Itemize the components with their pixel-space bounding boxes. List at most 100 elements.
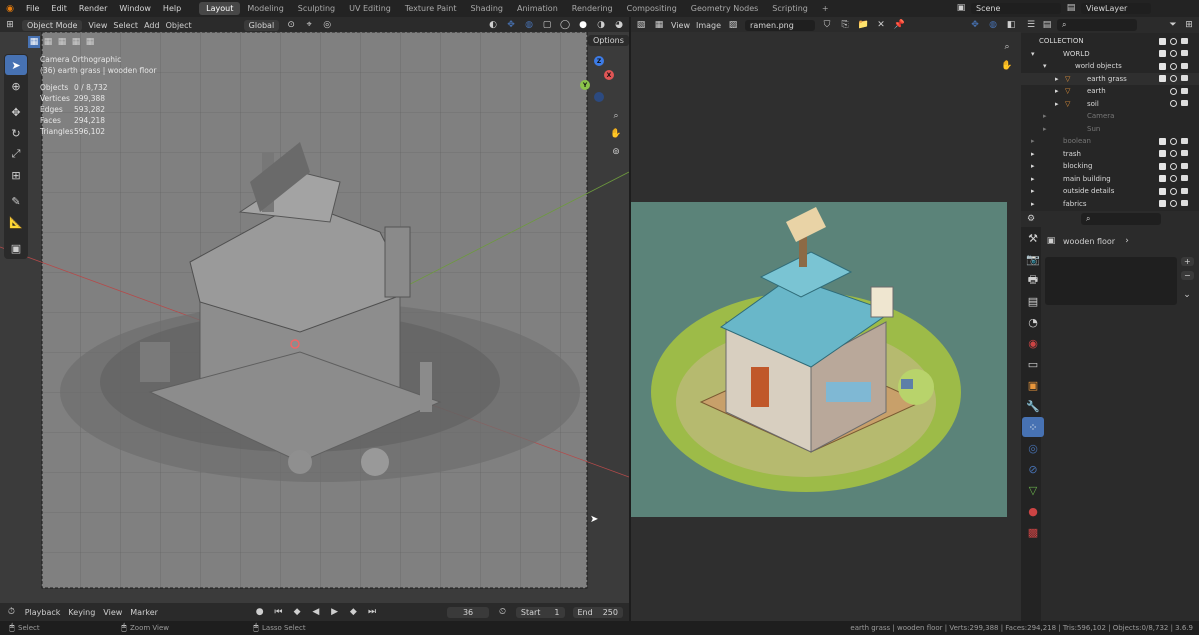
modifier-tab-icon[interactable]: 🔧	[1022, 396, 1044, 416]
render-camera-icon[interactable]	[1181, 162, 1188, 169]
visibility-icon[interactable]: ◐	[487, 19, 499, 31]
expand-arrow-icon[interactable]: ▸	[1055, 75, 1059, 83]
menu-file[interactable]: File	[20, 4, 45, 13]
outliner-row-soil[interactable]: ▸ ▽ soil	[1021, 98, 1199, 111]
checkbox-icon[interactable]	[1159, 37, 1166, 45]
gizmo-x-icon[interactable]: X	[604, 70, 614, 80]
checkbox-icon[interactable]	[1159, 200, 1166, 208]
tab-texture-paint[interactable]: Texture Paint	[398, 2, 464, 15]
render-camera-icon[interactable]	[1181, 37, 1188, 44]
play-reverse-icon[interactable]: ◀	[311, 606, 322, 618]
rotate-tool-icon[interactable]: ↻	[5, 123, 27, 143]
expand-arrow-icon[interactable]: ▸	[1031, 162, 1035, 170]
new-collection-icon[interactable]: ⊞	[1183, 19, 1195, 31]
properties-editor-icon[interactable]: ⚙	[1025, 213, 1037, 225]
menu-view[interactable]: View	[88, 21, 107, 30]
pin-icon[interactable]: 📌	[893, 19, 905, 31]
render-camera-icon[interactable]	[1181, 137, 1188, 144]
eye-icon[interactable]	[1170, 50, 1177, 58]
gizmo-z-icon[interactable]: Z	[594, 56, 604, 66]
fake-user-icon[interactable]: ⛉	[821, 19, 833, 31]
jump-start-icon[interactable]: ⏮	[273, 606, 284, 618]
current-frame-field[interactable]: 36	[446, 606, 490, 618]
remove-slot-button[interactable]: −	[1181, 271, 1194, 280]
image-pan-icon[interactable]: ✋	[1001, 60, 1013, 72]
material-shading-icon[interactable]: ◑	[595, 19, 607, 31]
tab-compositing[interactable]: Compositing	[620, 2, 684, 15]
eye-icon[interactable]	[1170, 175, 1177, 183]
expand-arrow-icon[interactable]: ▸	[1055, 87, 1059, 95]
checkbox-icon[interactable]	[1159, 162, 1166, 170]
navigation-gizmo[interactable]: Z Y X	[578, 54, 618, 104]
outliner-row-outside-details[interactable]: ▸ outside details	[1021, 185, 1199, 198]
particles-tab-icon[interactable]: ⁘	[1022, 417, 1044, 437]
eye-icon[interactable]	[1170, 100, 1177, 108]
checkbox-icon[interactable]	[1159, 175, 1166, 183]
select-extend-icon[interactable]: ▦	[42, 36, 54, 48]
checkbox-icon[interactable]	[1159, 187, 1166, 195]
pan-hand-icon[interactable]: ✋	[610, 128, 622, 140]
marker-menu[interactable]: Marker	[130, 608, 158, 617]
image-name-field[interactable]: ramen.png	[745, 19, 816, 31]
particle-system-list[interactable]	[1045, 257, 1177, 305]
scene-selector[interactable]: Scene	[971, 2, 1061, 14]
world-tab-icon[interactable]: ◉	[1022, 333, 1044, 353]
outliner-editor-icon[interactable]: ☰	[1025, 19, 1037, 31]
eye-icon[interactable]	[1170, 137, 1177, 145]
outliner-row-earth-grass[interactable]: ▸ ▽ earth grass	[1021, 72, 1199, 85]
gizmo-y-icon[interactable]: Y	[580, 80, 590, 90]
unlink-image-icon[interactable]: ✕	[875, 19, 887, 31]
checkbox-icon[interactable]	[1159, 62, 1166, 70]
checkbox-icon[interactable]	[1159, 50, 1166, 58]
render-camera-icon[interactable]	[1181, 200, 1188, 207]
expand-arrow-icon[interactable]: ▸	[1031, 137, 1035, 145]
tab-shading[interactable]: Shading	[463, 2, 510, 15]
proportional-icon[interactable]: ◎	[321, 19, 333, 31]
material-tab-icon[interactable]: ●	[1022, 501, 1044, 521]
expand-arrow-icon[interactable]: ▸	[1043, 112, 1047, 120]
menu-select[interactable]: Select	[113, 21, 138, 30]
solid-shading-icon[interactable]: ●	[577, 19, 589, 31]
jump-end-icon[interactable]: ⏭	[367, 606, 378, 618]
image-browse-icon[interactable]: ▨	[727, 19, 739, 31]
render-camera-icon[interactable]	[1181, 150, 1188, 157]
texture-tab-icon[interactable]: ▩	[1022, 522, 1044, 542]
eye-icon[interactable]	[1170, 187, 1177, 195]
outliner-row-world[interactable]: ▾ WORLD	[1021, 48, 1199, 61]
outliner-search-input[interactable]: ⌕	[1057, 19, 1137, 31]
end-frame-field[interactable]: End 250	[572, 606, 623, 618]
constraints-tab-icon[interactable]: ⊘	[1022, 459, 1044, 479]
new-image-icon[interactable]: ⎘	[839, 19, 851, 31]
eye-icon[interactable]	[1170, 62, 1177, 70]
expand-arrow-icon[interactable]: ▸	[1031, 175, 1035, 183]
render-camera-icon[interactable]	[1181, 175, 1188, 182]
checkbox-icon[interactable]	[1159, 137, 1166, 145]
expand-arrow-icon[interactable]: ▸	[1055, 100, 1059, 108]
menu-add[interactable]: Add	[144, 21, 160, 30]
view-layer-tab-icon[interactable]: ▤	[1022, 291, 1044, 311]
render-camera-icon[interactable]	[1181, 87, 1188, 94]
add-workspace-button[interactable]: +	[815, 2, 836, 15]
tab-geometry-nodes[interactable]: Geometry Nodes	[684, 2, 765, 15]
timeline-editor-icon[interactable]: ⏱	[6, 606, 17, 618]
image-editor[interactable]: ⌕ ✋	[631, 32, 1021, 621]
scene-tab-icon[interactable]: ◔	[1022, 312, 1044, 332]
image-zoom-icon[interactable]: ⌕	[1001, 41, 1013, 53]
overlay-icon[interactable]: ◍	[523, 19, 535, 31]
clock-icon[interactable]: ⏲	[497, 606, 508, 618]
properties-search-input[interactable]: ⌕	[1081, 213, 1161, 225]
image-editor-type-icon[interactable]: ▧	[635, 19, 647, 31]
select-subtract-icon[interactable]: ▦	[56, 36, 68, 48]
render-camera-icon[interactable]	[1181, 187, 1188, 194]
eye-icon[interactable]	[1170, 37, 1177, 45]
start-frame-field[interactable]: Start 1	[515, 606, 565, 618]
outliner-row-camera[interactable]: ▸ Camera	[1021, 110, 1199, 123]
playback-menu[interactable]: Playback	[25, 608, 61, 617]
outliner-row-boolean[interactable]: ▸ boolean	[1021, 135, 1199, 148]
snap-icon[interactable]: ⌖	[303, 19, 315, 31]
outliner-row-main-building[interactable]: ▸ main building	[1021, 173, 1199, 186]
menu-edit[interactable]: Edit	[45, 4, 73, 13]
timeline-view-menu[interactable]: View	[103, 608, 122, 617]
editor-type-icon[interactable]: ⊞	[4, 19, 16, 31]
select-invert-icon[interactable]: ▦	[70, 36, 82, 48]
